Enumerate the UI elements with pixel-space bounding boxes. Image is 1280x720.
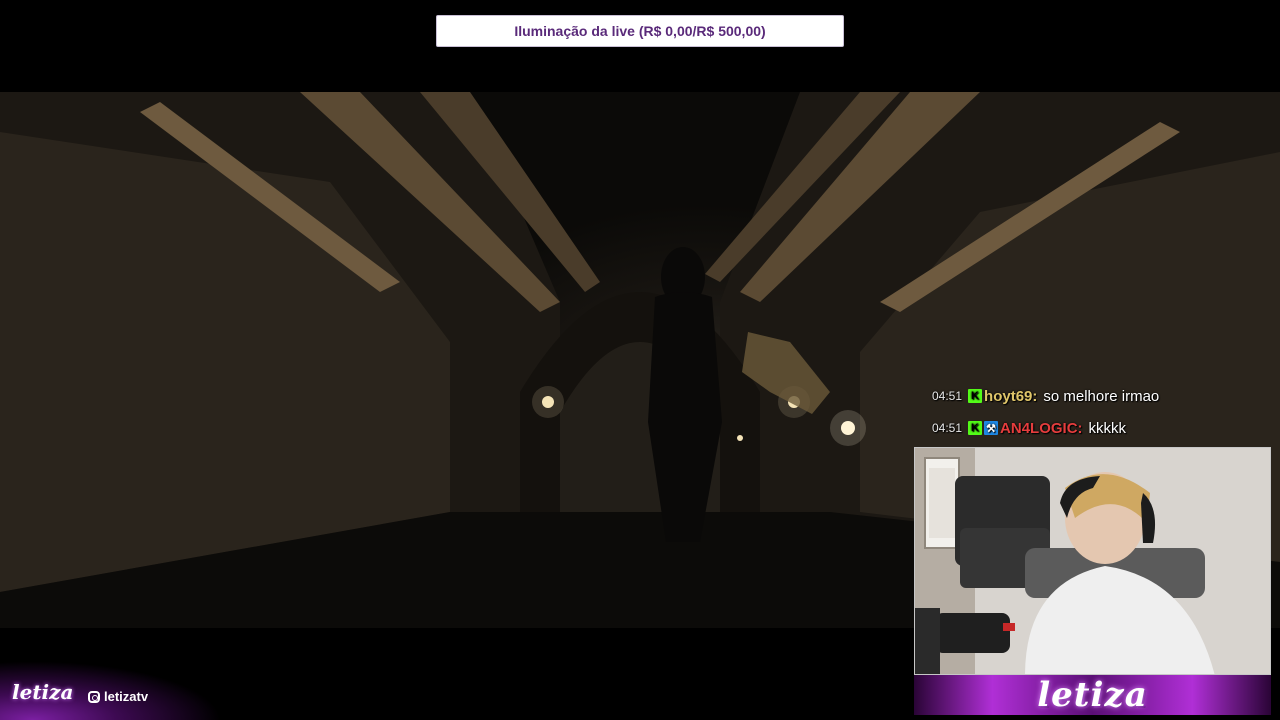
goal-text: Iluminação da live (R$ 0,00/R$ 500,00) (514, 23, 766, 39)
webcam-logo: letiza (1037, 675, 1148, 715)
brand-logo: letiza (12, 680, 74, 704)
chat-text: so melhore irmao (1043, 387, 1160, 405)
kick-badge-icon: K (968, 389, 983, 403)
chat-text: kkkkk (1088, 419, 1127, 437)
webcam-logo-band: letiza (914, 675, 1271, 715)
instagram-icon (88, 690, 100, 703)
chat-timestamp: 04:51 (932, 389, 963, 403)
chat-overlay: 04:51 K hoyt69: so melhore irmao 04:51 K… (932, 384, 1272, 448)
webcam-feed (915, 448, 1270, 674)
chat-username[interactable]: AN4LOGIC: (1000, 420, 1083, 437)
chat-message: 04:51 K hoyt69: so melhore irmao (932, 384, 1272, 408)
goal-bar: Iluminação da live (R$ 0,00/R$ 500,00) (436, 15, 844, 47)
social-handle-text: letizatv (104, 689, 149, 704)
chat-message: 04:51 K ⚒ AN4LOGIC: kkkkk (932, 416, 1272, 440)
chat-timestamp: 04:51 (932, 421, 963, 435)
social-handle: letizatv (88, 689, 148, 704)
webcam-frame (914, 447, 1271, 675)
tool-badge-icon: ⚒ (984, 421, 999, 435)
stream-overlay: Iluminação da live (R$ 0,00/R$ 500,00) 0… (0, 0, 1280, 720)
chat-username[interactable]: hoyt69: (984, 388, 1037, 405)
kick-badge-icon: K (968, 421, 983, 435)
